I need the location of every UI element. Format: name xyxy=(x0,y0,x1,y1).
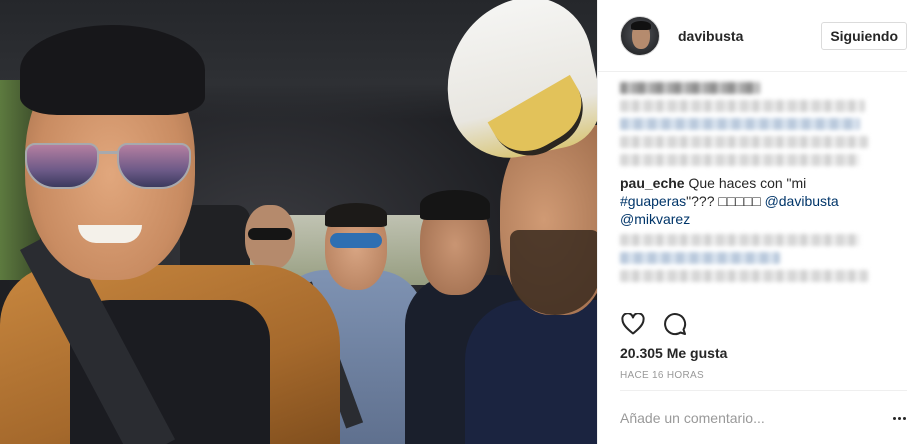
person-back-left-sunglasses xyxy=(248,228,292,240)
instagram-post: davibusta Siguiendo pau_eche Que haces c… xyxy=(0,0,914,444)
person-back-middle-sunglasses xyxy=(330,233,382,248)
blurred-text-line xyxy=(620,154,860,166)
add-comment-input[interactable] xyxy=(620,410,888,426)
avatar[interactable] xyxy=(620,15,660,56)
more-options-icon[interactable] xyxy=(888,407,910,429)
person-back-right-hair xyxy=(420,190,490,220)
add-comment-box xyxy=(620,398,910,438)
blurred-comment xyxy=(620,234,895,282)
blurred-link-line xyxy=(620,252,780,264)
person-front-right-beard xyxy=(510,230,597,315)
blurred-text-line xyxy=(620,234,860,246)
smile xyxy=(78,225,142,243)
person-front-left-hair xyxy=(20,25,205,115)
blurred-text-line xyxy=(620,270,868,282)
post-photo[interactable] xyxy=(0,0,597,444)
comments-list: pau_eche Que haces con "mi #guaperas"???… xyxy=(620,76,895,288)
blurred-caption xyxy=(620,82,895,166)
heart-icon[interactable] xyxy=(620,311,646,337)
post-timestamp[interactable]: HACE 16 HORAS xyxy=(620,370,704,381)
person-back-middle-hair xyxy=(325,203,387,227)
post-header: davibusta Siguiendo xyxy=(598,0,907,72)
comment-icon[interactable] xyxy=(662,311,688,337)
following-button[interactable]: Siguiendo xyxy=(821,21,907,50)
blurred-link-line xyxy=(620,118,860,130)
comment-mention[interactable]: @mikvarez xyxy=(620,211,690,227)
blurred-caption-user xyxy=(620,82,760,94)
divider xyxy=(620,390,907,391)
blurred-text-line xyxy=(620,136,868,148)
comment-username[interactable]: pau_eche xyxy=(620,175,685,191)
comment-item: pau_eche Que haces con "mi #guaperas"???… xyxy=(620,174,860,228)
comment-text: Que haces con "mi xyxy=(684,175,807,191)
post-side-panel: davibusta Siguiendo pau_eche Que haces c… xyxy=(597,0,914,444)
person-front-right-shirt xyxy=(465,300,597,444)
comment-text: "??? □□□□□ xyxy=(686,193,765,209)
comment-mention[interactable]: @davibusta xyxy=(765,193,839,209)
sunglasses xyxy=(25,143,193,191)
sunglasses-bridge xyxy=(97,151,119,154)
blurred-text-line xyxy=(620,100,865,112)
sunglasses-lens-right xyxy=(117,143,191,189)
avatar-hair xyxy=(631,20,651,30)
comment-hashtag[interactable]: #guaperas xyxy=(620,193,686,209)
sunglasses-lens-left xyxy=(25,143,99,189)
post-actions xyxy=(620,311,688,337)
likes-count[interactable]: 20.305 Me gusta xyxy=(620,345,727,361)
username-link[interactable]: davibusta xyxy=(678,28,821,44)
